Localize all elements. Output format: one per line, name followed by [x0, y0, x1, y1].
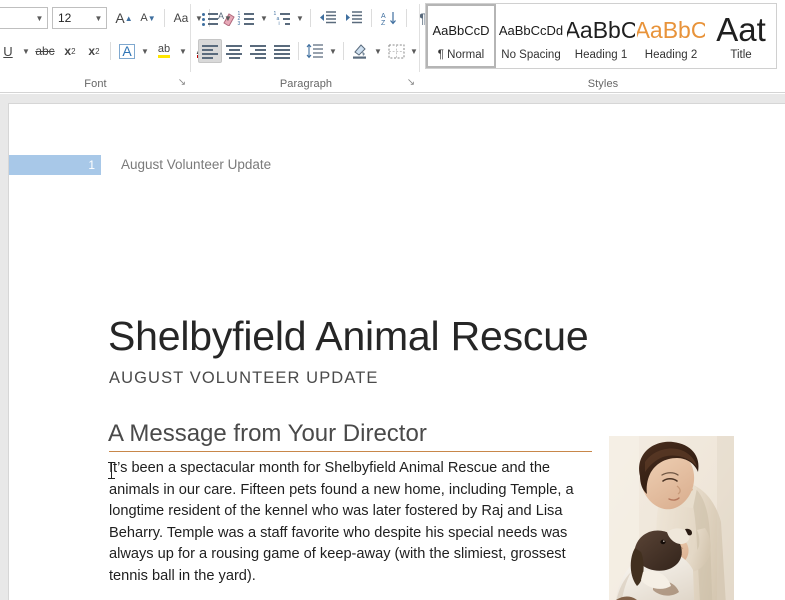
subscript-button[interactable]: x2 [58, 39, 82, 63]
section-heading[interactable]: A Message from Your Director [108, 420, 427, 448]
body-paragraph[interactable]: It’s been a spectacular month for Shelby… [109, 458, 589, 588]
chevron-down-icon[interactable]: ▼ [294, 6, 306, 30]
font-dialog-launcher[interactable]: ↘ [176, 77, 188, 89]
style-item-heading-2[interactable]: AaBbC Heading 2 [636, 4, 706, 68]
style-item-no-spacing[interactable]: AaBbCcDd No Spacing [496, 4, 566, 68]
paragraph-dialog-launcher[interactable]: ↘ [405, 77, 417, 89]
text-effects-button[interactable]: A [115, 39, 139, 63]
style-item-normal[interactable]: AaBbCcD ¶ Normal [426, 4, 496, 68]
superscript-button[interactable]: x2 [82, 39, 106, 63]
document-title[interactable]: Shelbyfield Animal Rescue [108, 313, 589, 360]
document-subtitle[interactable]: AUGUST VOLUNTEER UPDATE [109, 369, 378, 388]
text-highlight-label: ab [157, 44, 171, 58]
chevron-down-icon[interactable]: ▼ [327, 39, 339, 63]
chevron-down-icon[interactable]: ▼ [177, 39, 189, 63]
text-highlight-button[interactable]: ab [151, 39, 177, 63]
line-spacing-icon[interactable] [303, 39, 327, 63]
superscript-label: x [88, 44, 96, 58]
chevron-down-icon[interactable]: ▼ [91, 14, 106, 23]
ribbon-group-font: (Body) ▼ 12 ▼ A▲ A▼ Aa ▼ A [0, 0, 235, 92]
sort-bottom-letter: Z [381, 20, 386, 26]
divider [110, 42, 111, 60]
ribbon-group-paragraph: ▼ 123 ▼ 1ai ▼ A Z ¶ ▼ ▼ ▼ Paragraph ↘ [192, 0, 427, 92]
divider [164, 9, 165, 27]
style-preview: AaBbCcD [432, 22, 490, 38]
strikethrough-button[interactable]: abc [32, 39, 58, 63]
shading-icon[interactable] [348, 39, 372, 63]
paragraph-group-row-2: ▼ ▼ ▼ [198, 39, 420, 63]
shrink-font-button[interactable]: A ▼ [136, 6, 160, 30]
chevron-down-icon[interactable]: ▼ [258, 6, 270, 30]
change-case-label: Aa [173, 11, 189, 25]
align-right-button[interactable] [246, 39, 270, 63]
style-preview: AaBbCcDd [498, 22, 564, 38]
font-name-combo[interactable]: (Body) ▼ [0, 7, 48, 29]
multilevel-list-icon[interactable]: 1ai [270, 6, 294, 30]
increase-indent-icon[interactable] [341, 6, 367, 30]
font-group-label: Font [84, 78, 107, 90]
subscript-label: x [64, 44, 72, 58]
font-size-value: 12 [58, 11, 72, 25]
style-name: Heading 2 [644, 49, 698, 61]
paragraph-group-row-1: ▼ 123 ▼ 1ai ▼ A Z ¶ [198, 6, 435, 30]
chevron-down-icon[interactable]: ▼ [32, 14, 47, 23]
divider [371, 9, 372, 27]
text-cursor [108, 462, 115, 479]
style-name: Title [730, 49, 752, 61]
style-item-title[interactable]: Aat Title [706, 4, 776, 68]
style-preview: AaBbC [637, 16, 705, 43]
document-canvas[interactable]: 1 August Volunteer Update Shelbyfield An… [0, 94, 785, 600]
divider [406, 9, 407, 27]
chevron-down-icon[interactable]: ▼ [372, 39, 384, 63]
divider [310, 9, 311, 27]
chevron-down-icon[interactable]: ▼ [139, 39, 151, 63]
style-name: ¶ Normal [437, 49, 485, 61]
page-number-badge: 1 [9, 155, 101, 175]
align-left-button[interactable] [198, 39, 222, 63]
header-text[interactable]: August Volunteer Update [121, 155, 271, 175]
style-name: Heading 1 [574, 49, 628, 61]
font-size-combo[interactable]: 12 ▼ [52, 7, 107, 29]
person-holding-dog-photo [609, 436, 734, 600]
divider [343, 42, 344, 60]
ribbon-home-tab: (Body) ▼ 12 ▼ A▲ A▼ Aa ▼ A [0, 0, 785, 93]
divider [190, 4, 191, 72]
bullets-icon[interactable] [198, 6, 222, 30]
text-effects-label: A [119, 43, 135, 59]
document-photo[interactable] [609, 436, 734, 600]
chevron-down-icon[interactable]: ▼ [20, 39, 32, 63]
underline-button[interactable]: U [0, 39, 20, 63]
style-name: No Spacing [501, 49, 561, 61]
divider [298, 42, 299, 60]
strikethrough-label: abc [35, 44, 55, 58]
shrink-font-label: A [140, 12, 148, 24]
justify-button[interactable] [270, 39, 294, 63]
grow-font-button[interactable]: A ▲ [112, 6, 136, 30]
paragraph-group-label: Paragraph [279, 78, 333, 90]
style-item-heading-1[interactable]: AaBbC Heading 1 [566, 4, 636, 68]
document-header[interactable]: 1 August Volunteer Update [9, 155, 785, 175]
style-preview: AaBbC [567, 16, 635, 43]
numbering-icon[interactable]: 123 [234, 6, 258, 30]
grow-font-label: A [115, 10, 125, 26]
subscript-index: 2 [71, 46, 76, 56]
chevron-down-icon[interactable]: ▼ [222, 6, 234, 30]
document-page[interactable]: 1 August Volunteer Update Shelbyfield An… [8, 103, 785, 600]
heading-rule [109, 451, 592, 452]
superscript-index: 2 [95, 46, 100, 56]
divider [419, 4, 420, 72]
decrease-indent-icon[interactable] [315, 6, 341, 30]
styles-gallery[interactable]: AaBbCcD ¶ Normal AaBbCcDd No Spacing AaBbC He… [425, 3, 777, 69]
ribbon-group-styles: AaBbCcD ¶ Normal AaBbCcDd No Spacing AaBbC He… [421, 0, 785, 92]
style-preview: Aat [716, 11, 766, 48]
sort-top-letter: A [381, 13, 386, 20]
borders-icon[interactable] [384, 39, 408, 63]
sort-icon[interactable]: A Z [376, 6, 402, 30]
styles-group-label: Styles [587, 78, 619, 90]
align-center-button[interactable] [222, 39, 246, 63]
